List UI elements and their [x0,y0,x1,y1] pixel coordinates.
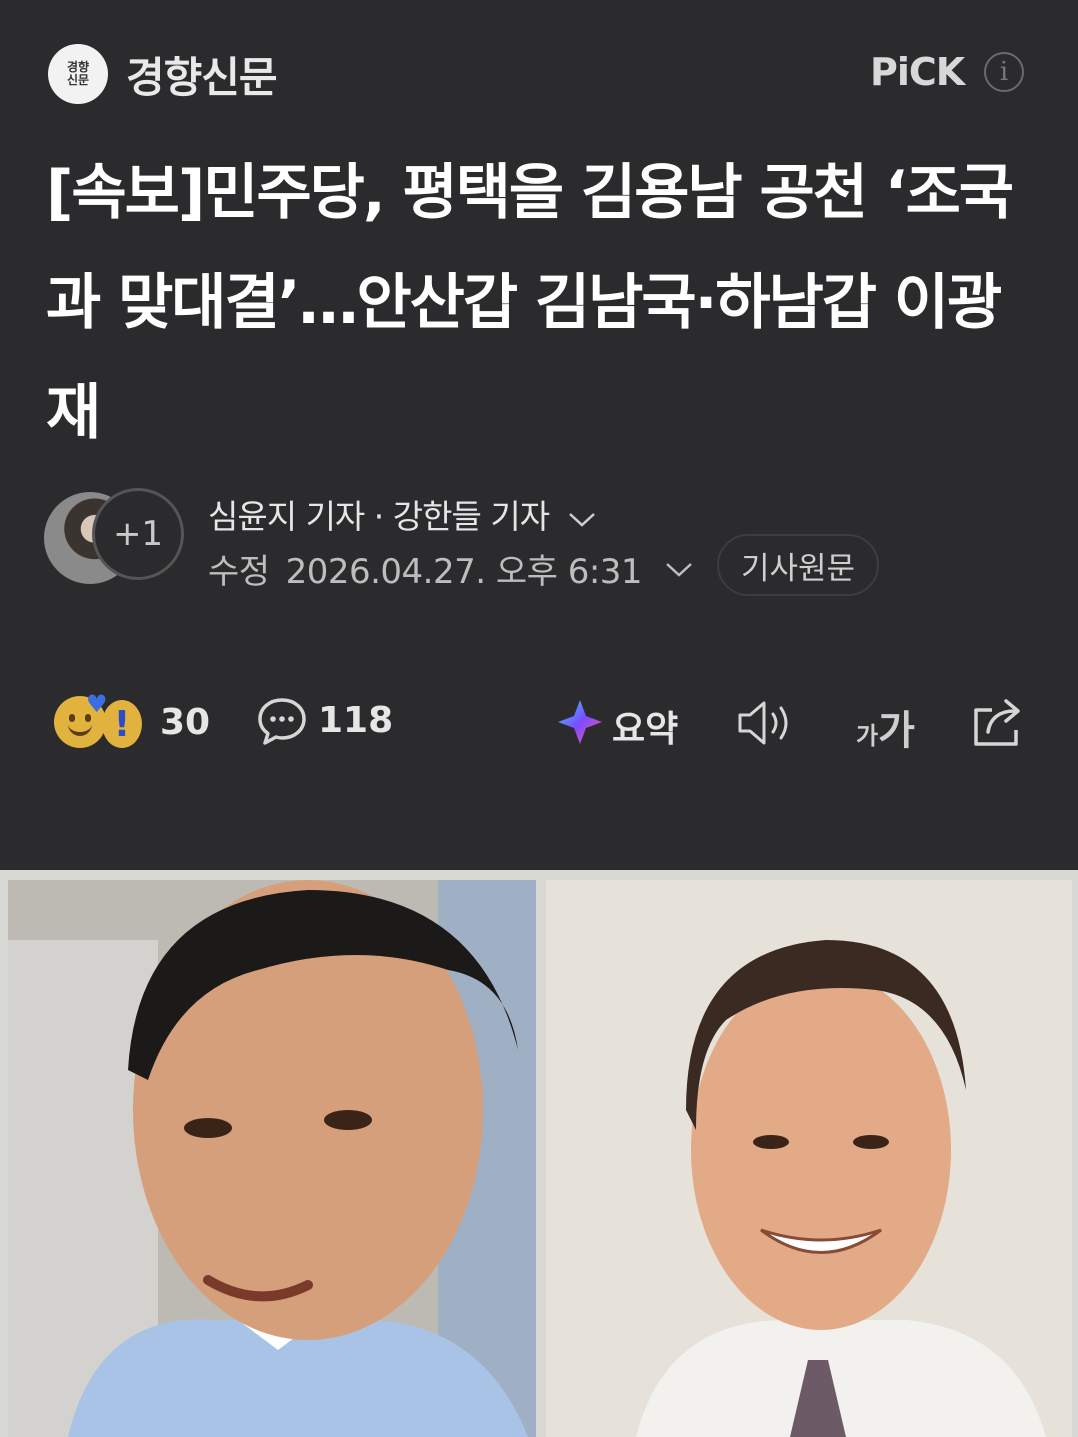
font-size-icon[interactable]: 가가 [856,698,915,756]
date-label: 수정 [208,552,270,592]
portrait-right-illustration [546,880,1072,1437]
pick-badge: PiCK [870,50,965,94]
exclamation-emoji-icon: ! [102,700,142,748]
font-large-label: 가 [878,708,915,754]
reaction-count[interactable]: 30 [160,702,210,743]
font-small-label: 가 [856,722,879,750]
original-article-button[interactable]: 기사원문 [717,534,880,596]
logo-text-line2: 신문 [66,73,90,87]
date-chevron-down-icon[interactable] [664,559,694,579]
photo-right-portrait [546,880,1072,1437]
press-name[interactable]: 경향신문 [126,44,278,105]
comment-icon[interactable] [256,696,308,748]
press-logo[interactable]: 경향 신문 [48,44,108,104]
date-value: 2026.04.27. 오후 6:31 [285,552,643,592]
more-reporters-badge[interactable]: +1 [92,488,184,580]
byline: +1 심윤지 기자 · 강한들 기자 수정 2026.04.27. 오후 6:3… [44,488,1044,598]
article-toolbar: ! ♥ 30 118 요약 가가 [0,680,1078,770]
article-header: 경향 신문 경향신문 PiCK i [0,0,1078,150]
reporter-names[interactable]: 심윤지 기자 · 강한들 기자 [208,490,597,538]
summary-button[interactable]: 요약 [612,700,678,752]
article-headline: [속보]민주당, 평택을 김용남 공천 ‘조국과 맞대결’…안산갑 김남국·하남… [46,158,1014,448]
photo-left-portrait [8,880,536,1437]
article-photo[interactable] [0,870,1078,1437]
reaction-emoji-group[interactable]: ! ♥ [54,690,150,752]
chevron-down-icon [568,512,595,527]
comment-count[interactable]: 118 [318,700,393,741]
share-icon[interactable] [972,696,1028,748]
reporter-names-text: 심윤지 기자 · 강한들 기자 [208,497,550,536]
heart-icon: ♥ [86,690,108,718]
ai-summary-icon[interactable] [556,698,604,746]
date-row: 수정 2026.04.27. 오후 6:31 [208,544,694,593]
info-icon[interactable]: i [984,52,1024,92]
portrait-left-illustration [8,880,536,1437]
speaker-icon[interactable] [736,698,796,748]
